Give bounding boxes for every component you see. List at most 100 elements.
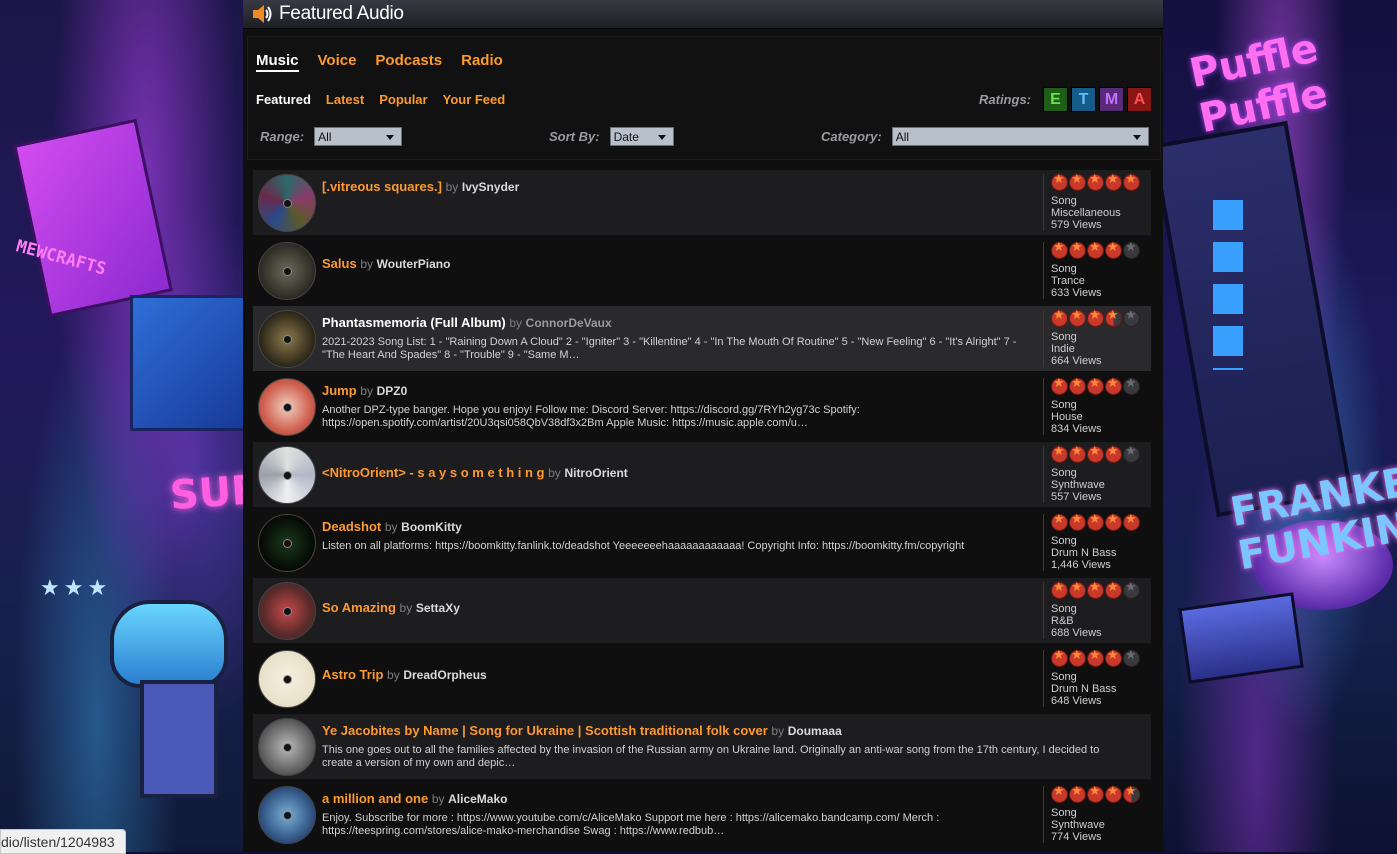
star-rating	[1051, 786, 1151, 803]
category-select[interactable]: All	[891, 127, 1149, 146]
track-author[interactable]: SettaXy	[416, 601, 460, 615]
sort-value: Date	[613, 129, 639, 144]
star-icon	[1105, 582, 1122, 599]
track-title[interactable]: Phantasmemoria (Full Album)	[322, 315, 506, 330]
track-views: 633 Views	[1051, 287, 1102, 299]
by-label: by	[360, 257, 373, 271]
tab-featured[interactable]: Featured	[256, 92, 311, 107]
main-content: Featured Audio Music Voice Podcasts Radi…	[243, 0, 1163, 852]
by-label: by	[771, 724, 785, 738]
track-author[interactable]: AliceMako	[448, 792, 507, 806]
speaker-icon	[253, 5, 272, 23]
track-author[interactable]: DreadOrpheus	[403, 668, 486, 682]
track-title[interactable]: a million and one	[322, 791, 428, 806]
track-thumbnail[interactable]	[258, 786, 316, 844]
track-author[interactable]: BoomKitty	[401, 520, 462, 534]
track-thumbnail[interactable]	[258, 310, 316, 368]
track-type: Song	[1051, 195, 1077, 207]
by-label: by	[360, 384, 373, 398]
bus-shape	[1178, 592, 1304, 684]
track-views: 774 Views	[1051, 831, 1102, 843]
track-thumbnail[interactable]	[258, 514, 316, 572]
list-item[interactable]: Ye Jacobites by Name | Song for Ukraine …	[253, 714, 1151, 779]
track-thumbnail[interactable]	[258, 582, 316, 640]
tab-radio[interactable]: Radio	[461, 52, 503, 72]
list-item[interactable]: a million and one by AliceMako Enjoy. Su…	[253, 782, 1151, 847]
track-genre: Miscellaneous	[1051, 207, 1121, 219]
track-meta: Song Miscellaneous 579 Views	[1043, 174, 1151, 231]
track-genre: Synthwave	[1051, 819, 1105, 831]
star-icon	[1051, 310, 1068, 327]
track-thumbnail[interactable]	[258, 378, 316, 436]
chevron-down-icon	[1132, 135, 1141, 140]
star-icon	[1051, 786, 1068, 803]
list-item[interactable]: <NitroOrient> - s a y s o m e t h i n g …	[253, 442, 1151, 507]
cd-icon[interactable]	[258, 446, 316, 504]
rating-m-toggle[interactable]: M	[1099, 87, 1124, 112]
star-icon	[1069, 446, 1086, 463]
star-rating	[1051, 514, 1151, 531]
star-icon	[1105, 174, 1122, 191]
star-icon	[1087, 310, 1104, 327]
item-content: Ye Jacobites by Name | Song for Ukraine …	[322, 714, 1151, 779]
tower-windows	[1213, 200, 1243, 370]
star-rating	[1051, 310, 1151, 327]
star-icon	[1105, 378, 1122, 395]
right-sign-text: Puffle Puffle	[1185, 25, 1332, 143]
track-views: 579 Views	[1051, 219, 1102, 231]
robot-character-body	[140, 680, 218, 798]
rating-a-toggle[interactable]: A	[1127, 87, 1152, 112]
track-title[interactable]: <NitroOrient> - s a y s o m e t h i n g	[322, 465, 545, 480]
star-icon	[1105, 446, 1122, 463]
tab-podcasts[interactable]: Podcasts	[375, 52, 442, 72]
track-thumbnail[interactable]	[258, 242, 316, 300]
track-title[interactable]: Astro Trip	[322, 667, 383, 682]
track-title[interactable]: [.vitreous squares.]	[322, 179, 442, 194]
sort-label: Sort By:	[549, 129, 600, 144]
rating-t-toggle[interactable]: T	[1071, 87, 1096, 112]
rating-e-toggle[interactable]: E	[1043, 87, 1068, 112]
track-title[interactable]: Ye Jacobites by Name | Song for Ukraine …	[322, 723, 768, 738]
tab-voice[interactable]: Voice	[318, 52, 357, 72]
track-author[interactable]: Doumaaa	[788, 724, 842, 738]
status-bar-url: dio/listen/1204983	[0, 829, 126, 854]
track-description: Enjoy. Subscribe for more : https://www.…	[322, 812, 940, 837]
range-value: All	[318, 129, 332, 144]
left-background-art: MEWCRAFTS ★★★ SUB	[0, 0, 243, 852]
track-author[interactable]: NitroOrient	[564, 466, 627, 480]
tab-popular[interactable]: Popular	[379, 92, 427, 107]
range-select[interactable]: All	[314, 127, 403, 146]
list-item[interactable]: Salus by WouterPiano Song Trance 633 Vie…	[253, 238, 1151, 303]
tab-latest[interactable]: Latest	[326, 92, 364, 107]
list-item[interactable]: Phantasmemoria (Full Album) by ConnorDeV…	[253, 306, 1151, 371]
filter-panel: Music Voice Podcasts Radio Featured Late…	[247, 36, 1161, 160]
track-title[interactable]: Deadshot	[322, 519, 381, 534]
track-type: Song	[1051, 399, 1077, 411]
tab-music[interactable]: Music	[256, 52, 299, 72]
track-thumbnail[interactable]	[258, 718, 316, 776]
tab-your-feed[interactable]: Your Feed	[443, 92, 506, 107]
track-meta: Song Drum N Bass 648 Views	[1043, 650, 1151, 707]
track-title[interactable]: Jump	[322, 383, 357, 398]
list-item[interactable]: [.vitreous squares.] by IvySnyder Song M…	[253, 170, 1151, 235]
track-description: Listen on all platforms: https://boomkit…	[322, 540, 965, 552]
track-author[interactable]: DPZ0	[377, 384, 408, 398]
track-author[interactable]: WouterPiano	[377, 257, 451, 271]
track-title[interactable]: Salus	[322, 256, 357, 271]
list-item[interactable]: Jump by DPZ0 Another DPZ-type banger. Ho…	[253, 374, 1151, 439]
list-item[interactable]: So Amazing by SettaXy Song R&B 688 Views	[253, 578, 1151, 643]
star-icon	[1051, 242, 1068, 259]
track-thumbnail[interactable]	[258, 174, 316, 232]
star-rating	[1051, 378, 1151, 395]
track-title[interactable]: So Amazing	[322, 600, 396, 615]
track-author[interactable]: ConnorDeVaux	[526, 316, 612, 330]
star-icon	[1105, 650, 1122, 667]
list-item[interactable]: Astro Trip by DreadOrpheus Song Drum N B…	[253, 646, 1151, 711]
track-thumbnail[interactable]	[258, 650, 316, 708]
track-views: 557 Views	[1051, 491, 1102, 503]
track-author[interactable]: IvySnyder	[462, 180, 519, 194]
sort-select[interactable]: Date	[609, 127, 674, 146]
list-item[interactable]: Deadshot by BoomKitty Listen on all plat…	[253, 510, 1151, 575]
star-icon	[1087, 514, 1104, 531]
by-label: by	[384, 520, 398, 534]
